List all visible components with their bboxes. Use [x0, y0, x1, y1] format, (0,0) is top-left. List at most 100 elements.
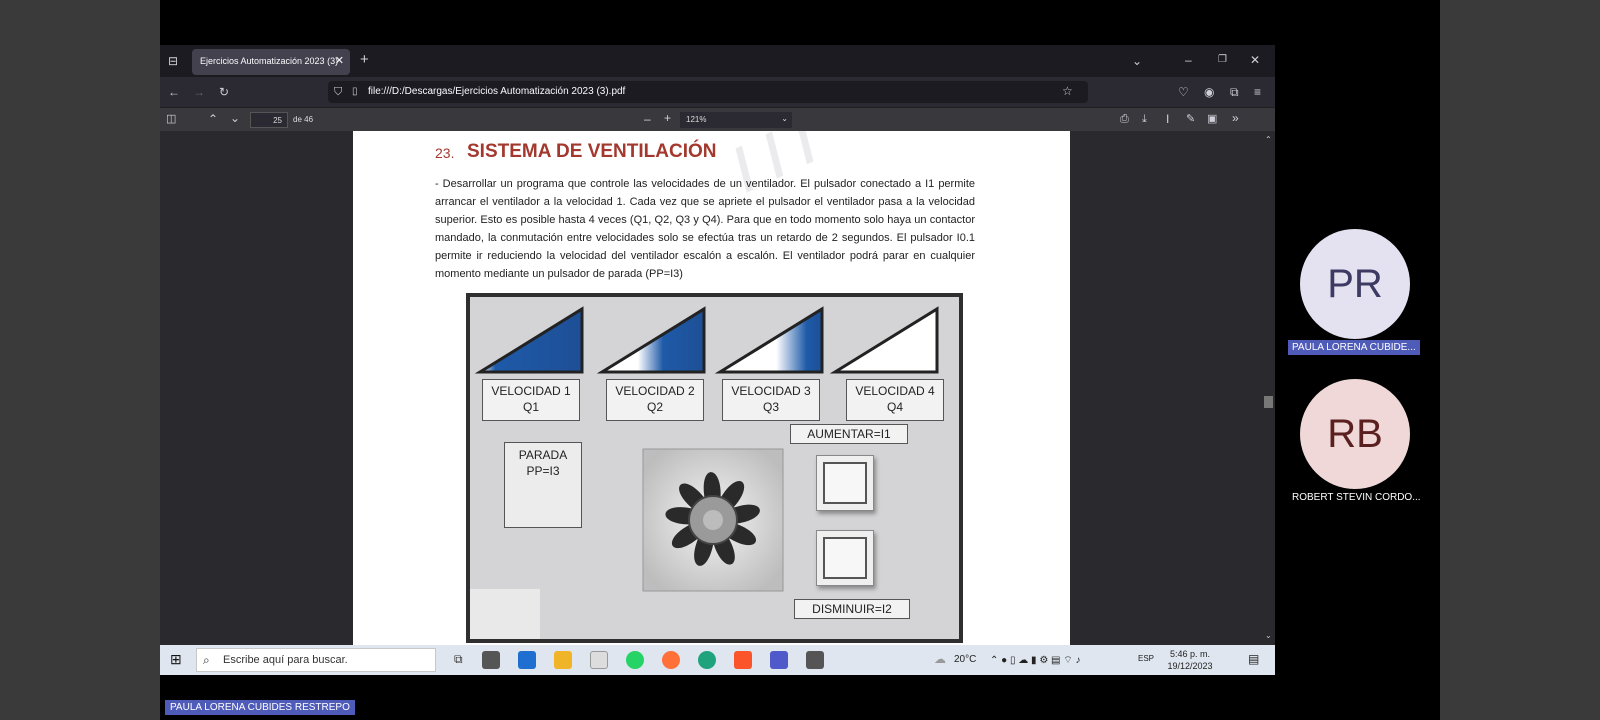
mail-icon[interactable]: [518, 651, 536, 669]
previous-page-icon[interactable]: ⌃: [208, 112, 218, 126]
new-tab-button[interactable]: +: [360, 52, 369, 67]
scroll-up-icon[interactable]: ⌃: [1265, 135, 1272, 144]
teams-icon[interactable]: [770, 651, 788, 669]
pdf-viewer: / / / 23. SISTEMA DE VENTILACIÓN - Desar…: [160, 131, 1275, 645]
scroll-thumb[interactable]: [1264, 396, 1273, 408]
scroll-down-icon[interactable]: ⌄: [1265, 631, 1272, 640]
speed-3-label: VELOCIDAD 3 Q3: [722, 379, 820, 421]
app-icon-3[interactable]: [806, 651, 824, 669]
sidebar-toggle-icon[interactable]: ◫: [166, 112, 176, 126]
pocket-icon[interactable]: ♡: [1178, 85, 1189, 99]
taskbar-search[interactable]: ⌕ Escribe aquí para buscar.: [196, 648, 436, 672]
clock-date: 19/12/2023: [1167, 661, 1213, 671]
tray-icons[interactable]: ⌃ ● ▯ ☁ ▮ ⚙ ▤ ⌔ ♪: [990, 654, 1080, 667]
right-background: [1440, 0, 1600, 720]
speed-1-label: VELOCIDAD 1 Q1: [482, 379, 580, 421]
speed-4-ramp: [829, 306, 939, 374]
browser-tab[interactable]: Ejercicios Automatización 2023 (3) ✕: [192, 49, 350, 75]
participant-avatar-rb[interactable]: RB: [1300, 379, 1410, 489]
clock-time: 5:46 p. m.: [1169, 649, 1211, 659]
speed-3-name: VELOCIDAD 3: [731, 384, 811, 398]
tab-list-icon[interactable]: ⊟: [168, 54, 178, 68]
browser-window: ⊟ Ejercicios Automatización 2023 (3) ✕ +…: [160, 45, 1275, 645]
stop-label: PARADA: [518, 448, 568, 462]
logo-watermark: [470, 589, 540, 639]
speed-4-name: VELOCIDAD 4: [855, 384, 935, 398]
language-indicator[interactable]: ESP: [1138, 654, 1154, 663]
section-title: SISTEMA DE VENTILACIÓN: [467, 141, 717, 162]
page-icon: ▯: [352, 86, 358, 97]
forward-icon[interactable]: →: [193, 85, 205, 99]
edge-icon[interactable]: [698, 651, 716, 669]
pdf-toolbar: ◫ ⌃ ⌄ 25 de 46 – + 121% ⌄ ⎙ ⤓ I ✎ ▣ »: [160, 107, 1275, 131]
speed-4-output: Q4: [886, 400, 903, 414]
speed-2-label: VELOCIDAD 2 Q2: [606, 379, 704, 421]
increase-label: AUMENTAR=I1: [790, 424, 908, 444]
page-number-input[interactable]: 25: [250, 112, 288, 128]
whatsapp-icon[interactable]: [626, 651, 644, 669]
file-explorer-icon[interactable]: [554, 651, 572, 669]
bookmark-star-icon[interactable]: ☆: [1062, 84, 1073, 98]
account-icon[interactable]: ◉: [1204, 85, 1214, 99]
minimize-icon[interactable]: –: [1185, 53, 1192, 67]
speed-2-name: VELOCIDAD 2: [615, 384, 695, 398]
tab-close-icon[interactable]: ✕: [335, 54, 344, 67]
increase-button[interactable]: [816, 455, 874, 511]
speed-1-output: Q1: [522, 400, 539, 414]
weather-icon[interactable]: ☁: [934, 652, 946, 666]
weather-temperature[interactable]: 20°C: [954, 654, 976, 665]
windows-taskbar: ⊞ ⌕ Escribe aquí para buscar. ⧉ ☁ 20°C ⌃…: [160, 645, 1275, 675]
speed-3-ramp: [714, 306, 824, 374]
tab-title: Ejercicios Automatización 2023 (3): [200, 56, 339, 66]
address-bar[interactable]: ⛉ ▯ file:///D:/Descargas/Ejercicios Auto…: [328, 81, 1088, 103]
app-icon-2[interactable]: [590, 651, 608, 669]
url-text[interactable]: file:///D:/Descargas/Ejercicios Automati…: [368, 86, 625, 97]
tab-bar: ⊟ Ejercicios Automatización 2023 (3) ✕ +…: [160, 45, 1275, 77]
extensions-icon[interactable]: ⧉: [1230, 85, 1239, 99]
firefox-icon[interactable]: [662, 651, 680, 669]
zoom-in-icon[interactable]: +: [664, 111, 671, 125]
restore-icon[interactable]: ❐: [1218, 53, 1227, 67]
reload-icon[interactable]: ↻: [219, 85, 229, 99]
clock[interactable]: 5:46 p. m. 19/12/2023: [1160, 648, 1220, 672]
decrease-button[interactable]: [816, 530, 874, 586]
zoom-select[interactable]: 121% ⌄: [680, 112, 792, 128]
menu-icon[interactable]: ≡: [1254, 85, 1261, 99]
text-tool-icon[interactable]: I: [1166, 112, 1169, 126]
windows-start-icon[interactable]: ⊞: [170, 652, 182, 666]
vertical-scrollbar[interactable]: ⌃ ⌄: [1262, 131, 1275, 645]
image-icon[interactable]: ▣: [1207, 112, 1217, 126]
back-icon[interactable]: ←: [168, 85, 180, 99]
speed-4-label: VELOCIDAD 4 Q4: [846, 379, 944, 421]
tools-menu-icon[interactable]: »: [1232, 111, 1239, 125]
presenter-name-tag: PAULA LORENA CUBIDES RESTREPO: [165, 700, 355, 715]
shield-icon[interactable]: ⛉: [334, 85, 342, 99]
list-all-tabs-icon[interactable]: ⌄: [1132, 54, 1142, 68]
speed-3-output: Q3: [762, 400, 779, 414]
brave-icon[interactable]: [734, 651, 752, 669]
participant-avatar-pr[interactable]: PR: [1300, 229, 1410, 339]
pdf-page: / / / 23. SISTEMA DE VENTILACIÓN - Desar…: [353, 131, 1070, 645]
speed-1-ramp: [474, 306, 584, 374]
search-placeholder: Escribe aquí para buscar.: [223, 654, 348, 666]
app-icon-1[interactable]: [482, 651, 500, 669]
participant-name-paula: PAULA LORENA CUBIDE...: [1288, 340, 1420, 355]
task-view-icon[interactable]: ⧉: [454, 652, 463, 666]
stop-button-panel[interactable]: PARADA PP=I3: [504, 442, 582, 528]
save-icon[interactable]: ⤓: [1142, 112, 1147, 126]
draw-icon[interactable]: ✎: [1186, 112, 1195, 126]
close-window-icon[interactable]: ✕: [1250, 53, 1260, 67]
search-icon: ⌕: [203, 653, 210, 667]
navigation-bar: ← → ↻ ⛉ ▯ file:///D:/Descargas/Ejercicio…: [160, 77, 1275, 107]
speed-2-ramp: [596, 306, 706, 374]
print-icon[interactable]: ⎙: [1120, 112, 1129, 126]
next-page-icon[interactable]: ⌄: [230, 111, 240, 125]
participant-name-robert: ROBERT STEVIN CORDO...: [1292, 492, 1421, 503]
notifications-icon[interactable]: ▤: [1248, 652, 1259, 666]
left-background: [0, 0, 160, 720]
zoom-out-icon[interactable]: –: [644, 112, 651, 126]
fan-control-panel: VELOCIDAD 1 Q1 VELOCIDAD 2 Q2 VELOCIDAD …: [466, 293, 963, 643]
page-total: de 46: [293, 115, 314, 124]
speed-2-output: Q2: [646, 400, 663, 414]
zoom-value: 121%: [686, 115, 707, 124]
